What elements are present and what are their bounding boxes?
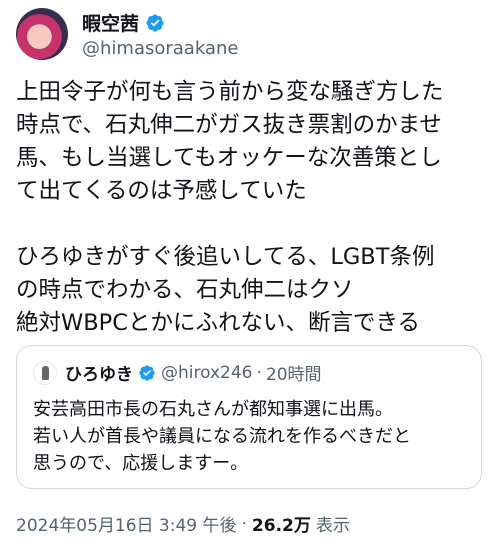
- author-avatar[interactable]: [16, 8, 68, 60]
- quoted-tweet[interactable]: ひろゆき @hirox246 · 20時間 安芸高田市長の石丸さんが都知事選に出…: [16, 345, 482, 489]
- tweet-line: の時点でわかる、石丸伸二はクソ: [16, 277, 354, 303]
- tweet-line: 上田令子が何も言う前から変な騒ぎ方した: [16, 79, 444, 105]
- dot-separator: ·: [256, 362, 262, 383]
- tweet-timestamp[interactable]: 2024年05月16日 3:49 午後: [16, 511, 237, 536]
- tweet-line: 絶対WBPCとかにふれない、断言できる: [16, 310, 421, 336]
- quoted-tweet-line: 安芸高田市長の石丸さんが都知事選に出馬。: [33, 399, 393, 420]
- dot-separator: ·: [241, 513, 247, 534]
- tweet-line: 馬、もし当選してもオッケーな次善策とし: [16, 145, 442, 171]
- tweet-body: 上田令子が何も言う前から変な騒ぎ方した 時点で、石丸伸二がガス抜き票割のかませ …: [16, 76, 486, 340]
- quoted-author-handle[interactable]: @hirox246: [161, 363, 253, 383]
- tweet-line: て出てくるのは予感していた: [16, 178, 307, 204]
- tweet-line: ひろゆきがすぐ後追いしてる、LGBT条例: [16, 244, 435, 270]
- quoted-author-avatar[interactable]: [33, 360, 57, 385]
- tweet-meta: 2024年05月16日 3:49 午後 · 26.2万 表示: [16, 511, 350, 537]
- verified-badge-icon: [146, 13, 164, 32]
- author-handle[interactable]: @himasoraakane: [82, 38, 238, 59]
- quoted-tweet-header: ひろゆき @hirox246 · 20時間: [33, 360, 322, 385]
- tweet-header: 暇空茜 @himasoraakane: [16, 8, 238, 60]
- verified-badge-icon: [139, 364, 155, 381]
- view-count: 26.2万: [251, 516, 311, 536]
- quoted-author-display-name[interactable]: ひろゆき: [65, 360, 133, 385]
- author-display-name[interactable]: 暇空茜: [82, 9, 139, 36]
- tweet-line: 時点で、石丸伸二がガス抜き票割のかませ: [16, 112, 442, 138]
- view-count-label: 表示: [315, 516, 350, 536]
- quoted-tweet-body: 安芸高田市長の石丸さんが都知事選に出馬。 若い人が首長や議員になる流れを作るべき…: [33, 396, 473, 477]
- quoted-tweet-line: 若い人が首長や議員になる流れを作るべきだと: [33, 426, 411, 447]
- author-names: 暇空茜 @himasoraakane: [82, 10, 238, 59]
- quoted-tweet-time[interactable]: 20時間: [266, 360, 322, 385]
- quoted-tweet-line: 思うので、応援しますー。: [33, 453, 249, 474]
